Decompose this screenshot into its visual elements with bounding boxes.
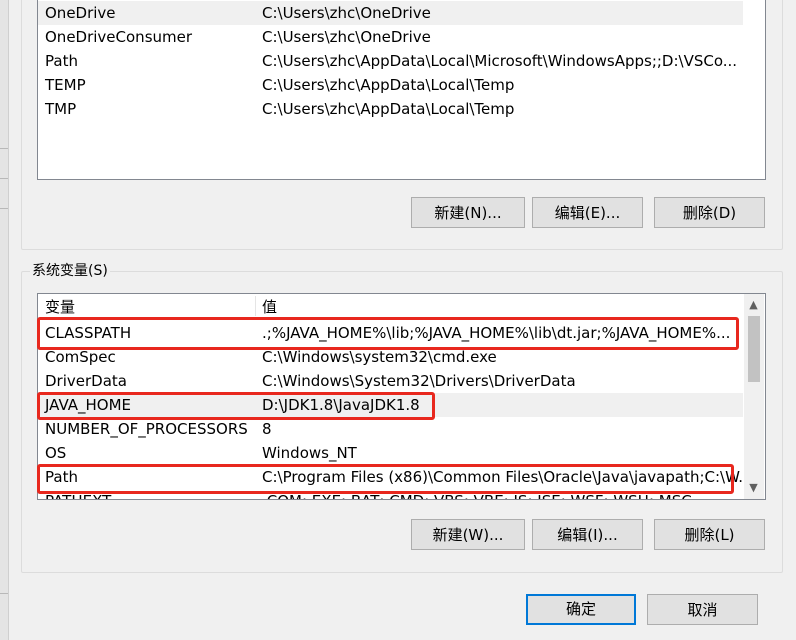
variable-value: C:\Windows\System32\Drivers\DriverData bbox=[262, 372, 576, 390]
scrollbar-thumb[interactable] bbox=[748, 316, 760, 382]
scroll-up-icon[interactable]: ▲ bbox=[745, 298, 762, 311]
system-variables-label: 系统变量(S) bbox=[30, 262, 110, 280]
variable-value: C:\Users\zhc\AppData\Local\Temp bbox=[262, 100, 515, 118]
edge-tick bbox=[0, 593, 8, 594]
list-item[interactable]: OneDriveConsumer C:\Users\zhc\OneDrive bbox=[38, 25, 743, 49]
highlight-box-classpath bbox=[37, 317, 739, 350]
variable-name: TEMP bbox=[45, 76, 86, 94]
variable-value: Windows_NT bbox=[262, 444, 357, 462]
ok-button[interactable]: 确定 bbox=[526, 594, 636, 625]
variable-name: NUMBER_OF_PROCESSORS bbox=[45, 420, 248, 438]
user-edit-button[interactable]: 编辑(E)... bbox=[532, 197, 643, 228]
variable-name: OS bbox=[45, 444, 67, 462]
background-window-edge bbox=[0, 0, 9, 640]
user-new-button[interactable]: 新建(N)... bbox=[411, 197, 525, 228]
list-item[interactable]: OneDrive C:\Users\zhc\OneDrive bbox=[38, 1, 743, 25]
variable-value: C:\Users\zhc\OneDrive bbox=[262, 4, 431, 22]
scroll-down-icon[interactable]: ▼ bbox=[745, 481, 762, 494]
system-delete-button[interactable]: 删除(L) bbox=[654, 519, 765, 550]
list-header: 变量 值 bbox=[38, 294, 743, 318]
list-item[interactable]: Path C:\Users\zhc\AppData\Local\Microsof… bbox=[38, 49, 743, 73]
variable-name: OneDriveConsumer bbox=[45, 28, 193, 46]
edge-tick bbox=[0, 148, 8, 149]
list-item[interactable]: OS Windows_NT bbox=[38, 441, 743, 465]
system-edit-button[interactable]: 编辑(I)... bbox=[532, 519, 643, 550]
variable-value: C:\Users\zhc\OneDrive bbox=[262, 28, 431, 46]
edge-tick bbox=[0, 208, 8, 209]
list-item[interactable]: TMP C:\Users\zhc\AppData\Local\Temp bbox=[38, 97, 743, 121]
user-variables-list[interactable]: OneDrive C:\Users\zhc\OneDrive OneDriveC… bbox=[37, 0, 766, 180]
highlight-box-path bbox=[37, 464, 734, 494]
list-item[interactable]: NUMBER_OF_PROCESSORS 8 bbox=[38, 417, 743, 441]
variable-name: OneDrive bbox=[45, 4, 116, 22]
system-new-button[interactable]: 新建(W)... bbox=[411, 519, 525, 550]
variable-name: TMP bbox=[45, 100, 77, 118]
variable-name: Path bbox=[45, 52, 78, 70]
list-item[interactable]: DriverData C:\Windows\System32\Drivers\D… bbox=[38, 369, 743, 393]
cancel-button[interactable]: 取消 bbox=[647, 594, 758, 625]
variable-value: C:\Users\zhc\AppData\Local\Temp bbox=[262, 76, 515, 94]
variable-name: DriverData bbox=[45, 372, 127, 390]
list-item[interactable]: TEMP C:\Users\zhc\AppData\Local\Temp bbox=[38, 73, 743, 97]
user-delete-button[interactable]: 删除(D) bbox=[654, 197, 765, 228]
edge-tick bbox=[0, 178, 8, 179]
variable-value: 8 bbox=[262, 420, 272, 438]
highlight-box-java-home bbox=[37, 392, 435, 420]
variable-value: C:\Users\zhc\AppData\Local\Microsoft\Win… bbox=[262, 52, 738, 70]
column-divider[interactable] bbox=[255, 296, 256, 316]
vertical-scrollbar[interactable]: ▲ ▼ bbox=[744, 294, 764, 499]
